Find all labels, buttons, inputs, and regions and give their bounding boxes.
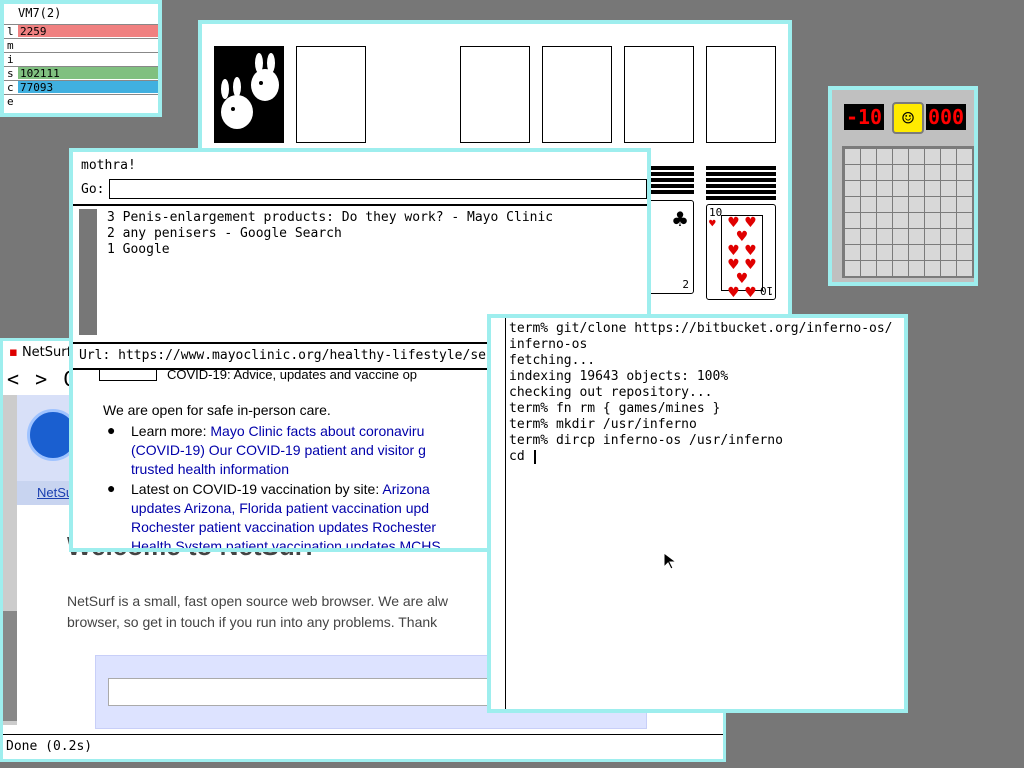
heart-icon: ♥: [709, 217, 716, 230]
terminal-window[interactable]: term% git/clone https://bitbucket.org/in…: [487, 314, 908, 713]
minesweeper-window: -10 ☺ 000: [828, 86, 978, 286]
terminal-line: cd: [509, 449, 533, 464]
stats-row-label: i: [7, 53, 14, 66]
visitor-link[interactable]: (COVID-19) Our COVID-19 patient and visi…: [131, 442, 426, 458]
netsurf-left-scroll[interactable]: [3, 395, 17, 725]
terminal-line: term% fn rm { games/mines }: [509, 401, 721, 416]
para-line-2: browser, so get in touch if you run into…: [67, 614, 438, 630]
go-label: Go:: [81, 182, 105, 197]
terminal-scrollbar[interactable]: [491, 318, 506, 709]
covid-banner: COVID-19: Advice, updates and vaccine op: [167, 367, 418, 382]
url-bar[interactable]: Url: https://www.mayoclinic.org/healthy-…: [79, 348, 486, 363]
stats-row: l 2259: [4, 24, 158, 38]
url-value: https://www.mayoclinic.org/healthy-lifes…: [118, 348, 486, 363]
history-scrollbar[interactable]: [79, 209, 97, 335]
netsurf-title: NetSurf: [21, 345, 72, 360]
stats-row: s 102111: [4, 66, 158, 80]
mine-counter: -10: [844, 104, 884, 130]
terminal-line: inferno-os: [509, 337, 588, 352]
arizona-link[interactable]: Arizona: [382, 481, 429, 497]
foundation-2[interactable]: [542, 46, 612, 143]
terminal-line: fetching...: [509, 353, 596, 368]
stats-row-bar: [18, 53, 158, 65]
status-bar: Done (0.2s): [3, 734, 723, 759]
club-icon: ♣: [671, 207, 689, 231]
stats-row-bar: [18, 95, 158, 107]
stats-row: i: [4, 52, 158, 66]
arizona-updates-link[interactable]: updates Arizona,: [131, 500, 235, 516]
open-text: We are open for safe in-person care.: [103, 402, 331, 418]
history-item[interactable]: 3 Penis-enlargement products: Do they wo…: [107, 210, 553, 225]
stats-row-value: 77093: [20, 81, 54, 94]
stats-row: c 77093: [4, 80, 158, 94]
terminal-line: term% dircp inferno-os /usr/inferno: [509, 433, 783, 448]
stats-row: e: [4, 94, 158, 108]
learn-more-label: Learn more:: [131, 423, 207, 439]
history-item[interactable]: 2 any penisers - Google Search: [107, 226, 342, 241]
stats-row-bar: [18, 39, 158, 51]
card-rank: 2: [682, 278, 689, 291]
mouse-pointer-icon: [663, 552, 678, 570]
text-cursor: [534, 450, 536, 464]
card-rank-bottom: 10: [759, 284, 773, 297]
mchs-link[interactable]: Health System patient vaccination update…: [131, 538, 441, 548]
facedown-card: [706, 196, 776, 202]
scrollbar-thumb[interactable]: [3, 611, 17, 721]
url-label: Url:: [79, 348, 111, 363]
vaccination-label: Latest on COVID-19 vaccination by site:: [131, 481, 380, 497]
timer-counter: 000: [926, 104, 966, 130]
stats-rows: l 2259 m i s 102111 c 77093 e: [4, 24, 158, 108]
netsurf-logo-icon: ▪: [9, 345, 18, 360]
para-line-1: NetSurf is a small, fast open source web…: [67, 593, 449, 609]
foundation-4[interactable]: [706, 46, 776, 143]
foundation-1[interactable]: [460, 46, 530, 143]
bullet: ●: [107, 480, 116, 496]
stats-row-value: 102111: [20, 67, 60, 80]
terminal-line: term% git/clone https://bitbucket.org/in…: [509, 321, 893, 336]
covid-banner-box: [99, 370, 157, 381]
stats-row-label: m: [7, 39, 14, 52]
terminal-line: term% mkdir /usr/inferno: [509, 417, 697, 432]
rochester-link[interactable]: Rochester patient vaccination updates Ro…: [131, 519, 436, 535]
mine-grid[interactable]: [842, 146, 974, 278]
stock-pile[interactable]: [214, 46, 284, 143]
stats-row-label: s: [7, 67, 14, 80]
learn-more-block: Learn more: Mayo Clinic facts about coro…: [131, 422, 426, 479]
foundation-3[interactable]: [624, 46, 694, 143]
ten-of-hearts-card[interactable]: 10 ♥ ♥ ♥ ♥ ♥ ♥ ♥ ♥ ♥ ♥ ♥ 10: [706, 204, 776, 300]
smiley-face-icon[interactable]: ☺: [892, 102, 924, 134]
vaccination-block: Latest on COVID-19 vaccination by site: …: [131, 480, 441, 548]
go-input[interactable]: [109, 179, 647, 199]
trusted-info-link[interactable]: trusted health information: [131, 461, 289, 477]
mothra-title: mothra!: [81, 158, 136, 173]
netsurf-nav[interactable]: < > C: [7, 367, 77, 391]
stats-title: VM7(2): [18, 6, 62, 20]
bunny-card-back-icon: [217, 49, 281, 140]
history-item[interactable]: 1 Google: [107, 242, 170, 257]
stats-row-label: c: [7, 81, 14, 94]
waste-pile[interactable]: [296, 46, 366, 143]
terminal-line: indexing 19643 objects: 100%: [509, 369, 729, 384]
terminal-line: checking out repository...: [509, 385, 713, 400]
stats-window: VM7(2) l 2259 m i s 102111 c 77093 e: [0, 0, 162, 117]
stats-row: m: [4, 38, 158, 52]
terminal-output: term% git/clone https://bitbucket.org/in…: [509, 321, 893, 465]
stats-row-label: e: [7, 95, 14, 108]
stats-row-value: 2259: [20, 25, 47, 38]
covid-facts-link[interactable]: Mayo Clinic facts about coronaviru: [210, 423, 424, 439]
stats-row-label: l: [7, 25, 14, 38]
florida-link[interactable]: Florida patient vaccination upd: [239, 500, 429, 516]
bullet: ●: [107, 422, 116, 438]
heart-pips: ♥ ♥ ♥ ♥ ♥ ♥ ♥ ♥ ♥ ♥: [721, 215, 763, 300]
page-paragraph: NetSurf is a small, fast open source web…: [67, 591, 448, 633]
